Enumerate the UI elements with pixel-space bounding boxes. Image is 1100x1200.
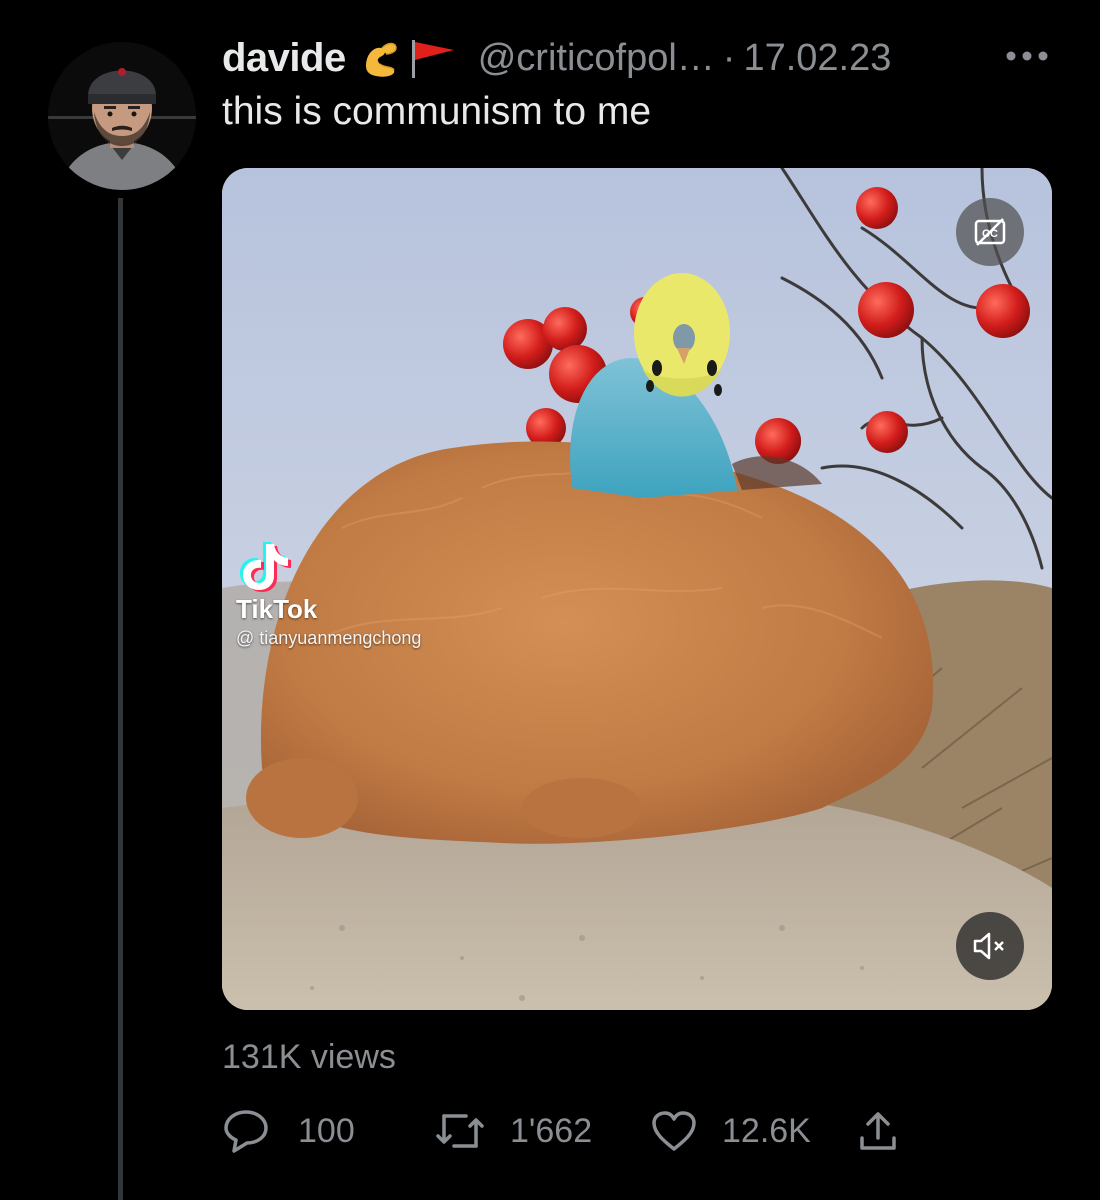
more-icon (1006, 51, 1048, 61)
captions-off-icon: CC (974, 218, 1006, 246)
tiktok-brand-label: TikTok (236, 594, 318, 624)
like-count: 12.6K (722, 1111, 811, 1150)
captions-button[interactable]: CC (956, 198, 1024, 266)
tiktok-username: @ tianyuanmengchong (236, 628, 422, 648)
tiktok-logo-icon (240, 542, 291, 592)
heart-icon (652, 1111, 696, 1151)
reply-button[interactable]: 100 (222, 1104, 355, 1158)
muted-speaker-icon (973, 932, 1004, 960)
display-name[interactable]: davide (222, 36, 346, 81)
dot-separator: · (722, 36, 736, 79)
unmute-button[interactable] (956, 912, 1024, 980)
like-button[interactable]: 12.6K (650, 1104, 811, 1158)
share-button[interactable] (856, 1104, 900, 1158)
tweet-date[interactable]: 17.02.23 (743, 37, 891, 80)
thread-line (118, 198, 123, 1200)
pinching-hand-emoji (358, 36, 402, 80)
tiktok-watermark (236, 540, 536, 597)
avatar[interactable] (48, 42, 196, 190)
tweet-header: davide @criticofpol… · 17.02.23 (222, 34, 891, 82)
user-handle[interactable]: @criticofpol… (478, 37, 715, 80)
tweet-video[interactable]: TikTok @ tianyuanmengchong CC (222, 168, 1052, 1010)
reply-icon (224, 1110, 268, 1153)
retweet-button[interactable]: 1'662 (432, 1104, 592, 1158)
share-icon (860, 1112, 896, 1150)
tweet-text: this is communism to me (222, 90, 652, 133)
views-count[interactable]: 131K views (222, 1038, 396, 1077)
more-options-button[interactable] (1002, 36, 1052, 76)
tweet-actions: 100 1'662 12.6K (222, 1104, 1052, 1158)
tweet-page: davide @criticofpol… · 17.02.23 this is … (0, 0, 1100, 1200)
red-flag-emoji (406, 36, 460, 80)
avatar-image (48, 42, 196, 190)
reply-count: 100 (298, 1111, 355, 1150)
retweet-icon (436, 1114, 484, 1148)
retweet-count: 1'662 (510, 1111, 593, 1150)
